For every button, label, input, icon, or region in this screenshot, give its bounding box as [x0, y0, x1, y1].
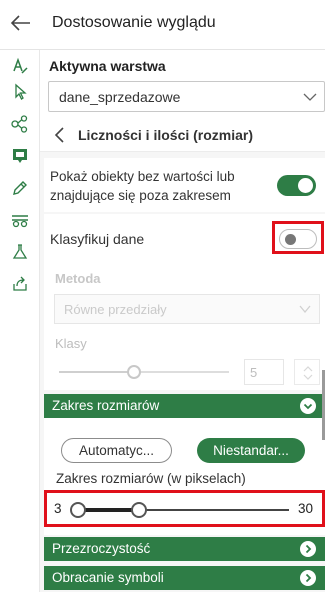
- active-layer-label: Aktywna warstwa: [49, 58, 166, 74]
- classify-card: Klasyfikuj dane Metoda Równe przedziały …: [44, 214, 325, 390]
- size-range-label: Zakres rozmiarów (w pikselach): [56, 471, 246, 486]
- transparency-title: Przezroczystość: [52, 541, 151, 556]
- chevron-down-icon: [298, 302, 312, 316]
- auto-button[interactable]: Automatyc...: [61, 438, 172, 463]
- classes-value: 5: [250, 365, 258, 380]
- toggle-knob: [298, 178, 313, 193]
- chevron-down-icon: [302, 89, 318, 105]
- classes-slider-fill: [59, 371, 134, 373]
- active-layer-select[interactable]: dane_sprzedazowe: [48, 81, 325, 112]
- select-cursor-icon[interactable]: [10, 82, 30, 102]
- method-value: Równe przedziały: [64, 302, 167, 317]
- highlight-box: [272, 221, 324, 254]
- show-outside-toggle[interactable]: [277, 175, 316, 196]
- chevron-left-icon[interactable]: [52, 126, 68, 144]
- size-range-title: Zakres rozmiarów: [52, 398, 160, 413]
- range-min-thumb[interactable]: [70, 502, 86, 518]
- rotation-title: Obracanie symboli: [52, 570, 164, 585]
- tool-strip: [0, 50, 40, 592]
- settings-panel: Pokaż obiekty bez wartości lub znajdując…: [40, 152, 325, 592]
- page-title: Dostosowanie wyglądu: [52, 14, 216, 31]
- classes-input[interactable]: 5: [244, 359, 284, 385]
- share-icon[interactable]: [10, 274, 30, 294]
- classify-label: Klasyfikuj dane: [50, 231, 145, 247]
- method-select[interactable]: Równe przedziały: [54, 294, 320, 324]
- chevron-down-icon: [300, 398, 316, 414]
- active-layer-value: dane_sprzedazowe: [59, 89, 181, 105]
- range-max-thumb[interactable]: [131, 502, 147, 518]
- range-max-value: 30: [298, 501, 314, 516]
- chevron-right-icon: [300, 570, 316, 586]
- popup-icon[interactable]: [10, 146, 30, 166]
- edit-pencil-icon[interactable]: [10, 178, 30, 198]
- method-label: Metoda: [55, 271, 101, 286]
- section-header: Liczności i ilości (rozmiar): [40, 118, 325, 152]
- range-min-value: 3: [54, 501, 62, 516]
- section-title: Liczności i ilości (rozmiar): [78, 127, 254, 143]
- show-outside-label: Pokaż obiekty bez wartości lub znajdując…: [50, 169, 235, 203]
- filter-settings-icon[interactable]: [10, 210, 30, 230]
- settings-pane: Aktywna warstwa dane_sprzedazowe Licznoś…: [40, 50, 325, 592]
- size-range-header[interactable]: Zakres rozmiarów: [44, 394, 325, 418]
- chevron-right-icon: [300, 541, 316, 557]
- classes-label: Klasy: [55, 336, 87, 351]
- transparency-header[interactable]: Przezroczystość: [44, 537, 325, 561]
- classes-slider-thumb[interactable]: [127, 365, 141, 379]
- size-range-card: Automatyc... Niestandar... Zakres rozmia…: [44, 418, 325, 535]
- style-pen-icon[interactable]: [10, 56, 30, 76]
- app-header: Dostosowanie wyglądu: [0, 0, 325, 50]
- show-outside-card: Pokaż obiekty bez wartości lub znajdując…: [44, 158, 325, 212]
- flask-icon[interactable]: [10, 242, 30, 262]
- rotation-header[interactable]: Obracanie symboli: [44, 566, 325, 590]
- custom-button[interactable]: Niestandar...: [197, 438, 305, 463]
- classes-spinner[interactable]: [294, 359, 320, 385]
- back-arrow-icon[interactable]: [10, 12, 32, 34]
- nodes-icon[interactable]: [10, 114, 30, 134]
